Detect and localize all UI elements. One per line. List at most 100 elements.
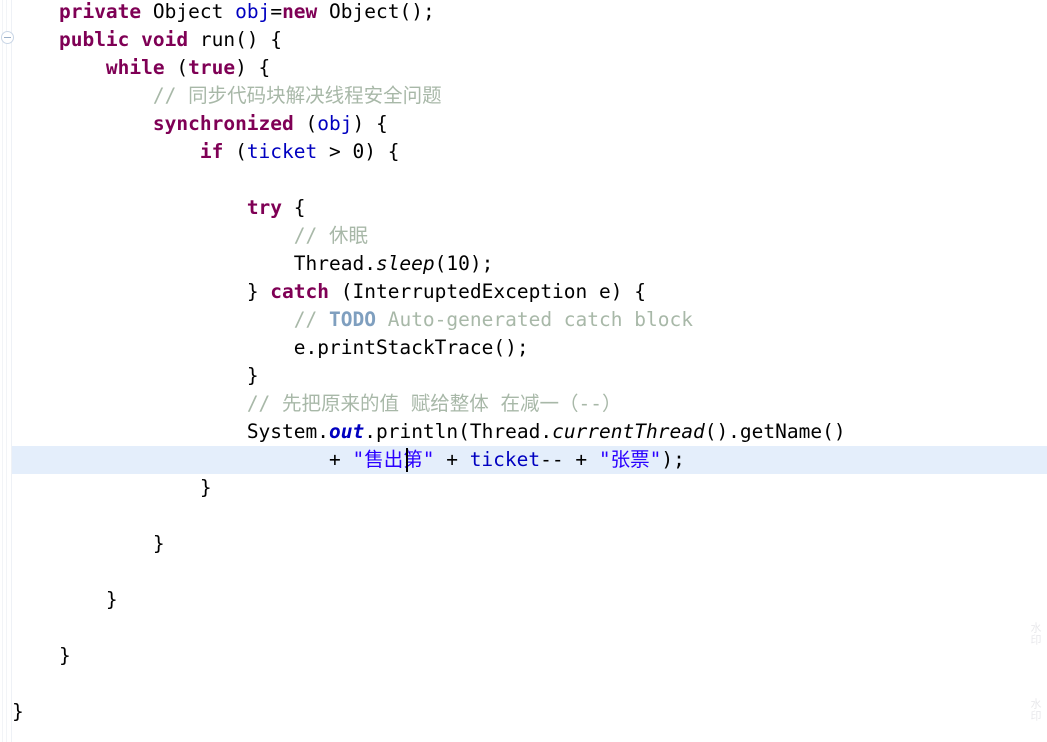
code-line[interactable]: } (12, 530, 1047, 558)
code-line[interactable]: e.printStackTrace(); (12, 334, 1047, 362)
code-token-plain: + (434, 448, 470, 471)
code-token-cmt: // 同步代码块解决线程安全问题 (152, 84, 442, 107)
code-token-stat: sleep (375, 252, 435, 275)
code-token-plain: > 0) { (317, 140, 400, 163)
code-line[interactable]: } catch (InterruptedException e) { (12, 278, 1047, 306)
code-line[interactable]: } (12, 362, 1047, 390)
code-token-plain: ().getName() (704, 420, 846, 443)
code-line[interactable] (12, 614, 1047, 642)
watermark-top: 水印 (1029, 622, 1042, 646)
watermark-bottom: 水印 (1029, 698, 1042, 722)
code-token-kw: synchronized (152, 112, 294, 135)
code-token-plain: } (152, 532, 165, 555)
code-token-plain: { (282, 196, 306, 219)
code-token-kw: public void (58, 28, 189, 51)
code-token-plain: } (105, 588, 118, 611)
code-token-plain: e.printStackTrace(); (293, 336, 529, 359)
code-line-current[interactable]: + "售出第" + ticket-- + "张票"); (12, 446, 1047, 474)
code-token-cmt: // (293, 308, 329, 331)
code-line[interactable]: System.out.println(Thread.currentThread(… (12, 418, 1047, 446)
code-token-cmt: Auto-generated catch block (375, 308, 693, 331)
code-token-kw: try (246, 196, 283, 219)
code-token-plain: .println(Thread. (364, 420, 553, 443)
code-line[interactable]: // 先把原来的值 赋给整体 在减一（--） (12, 390, 1047, 418)
code-token-cmt-tag: TODO (329, 308, 376, 331)
code-token-kw: if (199, 140, 224, 163)
code-line[interactable]: if (ticket > 0) { (12, 138, 1047, 166)
code-token-plain: } (12, 700, 24, 723)
code-token-field: obj (235, 0, 271, 23)
code-token-field: ticket (469, 448, 541, 471)
code-line[interactable]: synchronized (obj) { (12, 110, 1047, 138)
code-token-plain: (InterruptedException e) { (329, 280, 646, 303)
code-line[interactable]: // TODO Auto-generated catch block (12, 306, 1047, 334)
code-token-plain: ); (661, 448, 685, 471)
code-line[interactable]: public void run() { (12, 26, 1047, 54)
code-token-plain: } (246, 364, 259, 387)
code-token-plain: Object (141, 0, 236, 23)
code-token-plain: ) { (352, 112, 388, 135)
text-caret (406, 448, 408, 472)
code-token-field: obj (317, 112, 353, 135)
code-token-str: "张票" (598, 448, 662, 471)
code-token-plain: (10); (434, 252, 494, 275)
code-line[interactable]: Thread.sleep(10); (12, 250, 1047, 278)
code-token-kw: new (282, 0, 318, 23)
code-token-plain: = (270, 0, 283, 23)
code-token-kw: true (188, 56, 236, 79)
code-line[interactable]: // 休眠 (12, 222, 1047, 250)
code-line[interactable]: } (12, 698, 1047, 726)
code-line[interactable] (12, 502, 1047, 530)
code-line[interactable]: } (12, 586, 1047, 614)
code-token-kw: catch (270, 280, 329, 303)
code-line[interactable] (12, 166, 1047, 194)
code-token-cmt: // 休眠 (293, 224, 368, 247)
code-token-plain: run() { (188, 28, 283, 51)
code-token-plain: ( (164, 56, 189, 79)
code-token-plain: } (199, 476, 212, 499)
code-token-statf: out (329, 420, 365, 443)
code-token-plain: Object(); (317, 0, 435, 23)
code-token-cmt: // 先把原来的值 赋给整体 在减一（--） (246, 392, 622, 415)
code-line[interactable]: } (12, 474, 1047, 502)
code-token-stat: currentThread (552, 420, 705, 443)
code-token-plain: ) { (235, 56, 271, 79)
code-token-plain: System. (246, 420, 329, 443)
code-token-plain: -- + (540, 448, 599, 471)
code-surface[interactable]: private Object obj=new Object(); public … (0, 0, 1047, 742)
code-token-kw: private (58, 0, 142, 23)
code-line[interactable]: try { (12, 194, 1047, 222)
code-token-plain: ( (223, 140, 247, 163)
code-token-plain: } (58, 644, 71, 667)
code-line[interactable] (12, 558, 1047, 586)
code-token-plain: ( (293, 112, 318, 135)
code-line[interactable]: private Object obj=new Object(); (12, 0, 1047, 26)
code-line[interactable]: // 同步代码块解决线程安全问题 (12, 82, 1047, 110)
code-line[interactable]: while (true) { (12, 54, 1047, 82)
code-line[interactable] (12, 670, 1047, 698)
code-token-plain: } (246, 280, 271, 303)
code-editor[interactable]: private Object obj=new Object(); public … (0, 0, 1047, 742)
code-line[interactable]: } (12, 642, 1047, 670)
code-token-plain: Thread. (293, 252, 376, 275)
code-token-kw: while (105, 56, 165, 79)
